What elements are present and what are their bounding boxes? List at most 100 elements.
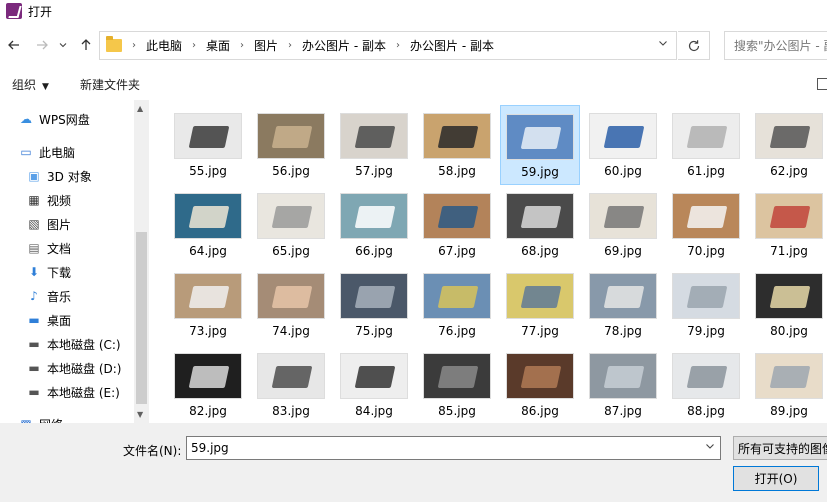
up-button[interactable] xyxy=(76,35,96,55)
file-item[interactable]: 88.jpg xyxy=(666,345,746,423)
file-item[interactable]: 86.jpg xyxy=(500,345,580,423)
file-item[interactable]: 68.jpg xyxy=(500,185,580,265)
refresh-button[interactable] xyxy=(678,31,710,60)
file-item[interactable]: 89.jpg xyxy=(749,345,827,423)
filename-label: 文件名(N): xyxy=(123,444,182,458)
sidebar-item[interactable]: ♪ 音乐 xyxy=(26,284,71,308)
file-item[interactable]: 61.jpg xyxy=(666,105,746,185)
file-item[interactable]: 79.jpg xyxy=(666,265,746,345)
thumbnail-subject xyxy=(354,126,396,148)
file-item[interactable]: 82.jpg xyxy=(168,345,248,423)
thumbnail-subject xyxy=(686,366,728,388)
sidebar-item[interactable]: ▭ 此电脑 xyxy=(18,140,75,164)
sidebar-item[interactable]: ▦ 视频 xyxy=(26,188,71,212)
file-item[interactable]: 67.jpg xyxy=(417,185,497,265)
organize-menu-button[interactable]: 组织 ▼ xyxy=(12,76,49,93)
sidebar-item[interactable]: ▩网络 xyxy=(18,412,63,423)
file-item[interactable]: 69.jpg xyxy=(583,185,663,265)
view-options-icon[interactable] xyxy=(817,78,827,90)
filetype-select[interactable]: 所有可支持的图像 xyxy=(733,436,827,460)
file-item[interactable]: 55.jpg xyxy=(168,105,248,185)
sidebar-item[interactable]: ▤ 文档 xyxy=(26,236,71,260)
file-name: 76.jpg xyxy=(438,324,476,338)
file-item[interactable]: 85.jpg xyxy=(417,345,497,423)
file-thumbnail xyxy=(672,273,740,319)
sidebar-scrollbar[interactable]: ▲ ▼ xyxy=(134,100,149,423)
file-name: 88.jpg xyxy=(687,404,725,418)
thumbnail-subject xyxy=(271,126,313,148)
thumbnail-subject xyxy=(769,206,811,228)
scroll-down-icon[interactable]: ▼ xyxy=(137,410,143,419)
thumbnail-subject xyxy=(603,286,645,308)
sidebar-item-label: 图片 xyxy=(47,217,72,232)
file-item[interactable]: 59.jpg xyxy=(500,105,580,185)
file-name: 57.jpg xyxy=(355,164,393,178)
file-item[interactable]: 84.jpg xyxy=(334,345,414,423)
organize-label: 组织 xyxy=(12,78,37,92)
document-icon: ▤ xyxy=(28,241,40,255)
address-dropdown-button[interactable] xyxy=(658,38,668,51)
file-item[interactable]: 78.jpg xyxy=(583,265,663,345)
file-thumbnail xyxy=(174,273,242,319)
sidebar-item[interactable]: ▬ 本地磁盘 (C:) xyxy=(26,332,120,356)
address-bar[interactable]: › 此电脑 › 桌面 › 图片 › 办公图片 - 副本 › 办公图片 - 副本 xyxy=(99,31,677,60)
sidebar-item[interactable]: ▧ 图片 xyxy=(26,212,71,236)
file-item[interactable]: 73.jpg xyxy=(168,265,248,345)
sidebar-item[interactable]: ▬ 本地磁盘 (D:) xyxy=(26,356,121,380)
scroll-up-icon[interactable]: ▲ xyxy=(137,104,143,113)
sidebar-item[interactable]: ▬ 桌面 xyxy=(26,308,71,332)
file-item[interactable]: 77.jpg xyxy=(500,265,580,345)
sidebar-item[interactable]: ⬇ 下载 xyxy=(26,260,71,284)
recent-locations-button[interactable] xyxy=(56,35,70,55)
new-folder-button[interactable]: 新建文件夹 xyxy=(80,76,140,93)
sidebar-item[interactable]: ▣ 3D 对象 xyxy=(26,164,91,188)
file-name: 79.jpg xyxy=(687,324,725,338)
file-item[interactable]: 66.jpg xyxy=(334,185,414,265)
filetype-value: 所有可支持的图像 xyxy=(738,441,827,456)
file-item[interactable]: 65.jpg xyxy=(251,185,331,265)
thumbnail-subject xyxy=(271,286,313,308)
file-thumbnail xyxy=(340,273,408,319)
sidebar-item-label: 网络 xyxy=(39,416,63,424)
file-name: 82.jpg xyxy=(189,404,227,418)
file-thumbnail xyxy=(672,193,740,239)
filename-input[interactable]: 59.jpg xyxy=(186,436,721,460)
forward-button[interactable] xyxy=(32,35,52,55)
file-thumbnail xyxy=(672,113,740,159)
back-button[interactable] xyxy=(4,35,24,55)
file-item[interactable]: 56.jpg xyxy=(251,105,331,185)
file-item[interactable]: 70.jpg xyxy=(666,185,746,265)
file-item[interactable]: 57.jpg xyxy=(334,105,414,185)
file-item[interactable]: 71.jpg xyxy=(749,185,827,265)
search-input[interactable]: 搜索"办公图片 - 副 xyxy=(724,31,827,60)
desktop-icon: ▬ xyxy=(28,313,40,327)
breadcrumb-item[interactable]: 图片 xyxy=(254,37,278,54)
file-item[interactable]: 58.jpg xyxy=(417,105,497,185)
thumbnail-subject xyxy=(437,206,479,228)
sidebar-item[interactable]: ☁ WPS网盘 xyxy=(18,107,90,131)
breadcrumb-item[interactable]: 办公图片 - 副本 xyxy=(302,37,386,54)
picture-icon: ▧ xyxy=(28,217,40,231)
file-item[interactable]: 80.jpg xyxy=(749,265,827,345)
open-button[interactable]: 打开(O) xyxy=(733,466,819,491)
filename-dropdown-button[interactable] xyxy=(705,441,715,454)
caret-down-icon: ▼ xyxy=(42,82,49,92)
file-item[interactable]: 74.jpg xyxy=(251,265,331,345)
file-item[interactable]: 83.jpg xyxy=(251,345,331,423)
breadcrumb-item[interactable]: 此电脑 xyxy=(146,37,182,54)
file-item[interactable]: 76.jpg xyxy=(417,265,497,345)
file-item[interactable]: 75.jpg xyxy=(334,265,414,345)
app-icon xyxy=(6,3,22,19)
thumbnail-subject xyxy=(188,286,230,308)
file-thumbnail xyxy=(506,114,574,160)
breadcrumb-item[interactable]: 桌面 xyxy=(206,37,230,54)
file-item[interactable]: 60.jpg xyxy=(583,105,663,185)
file-name: 84.jpg xyxy=(355,404,393,418)
file-item[interactable]: 87.jpg xyxy=(583,345,663,423)
file-item[interactable]: 62.jpg xyxy=(749,105,827,185)
sidebar-item[interactable]: ▬ 本地磁盘 (E:) xyxy=(26,380,119,404)
file-name: 56.jpg xyxy=(272,164,310,178)
scrollbar-thumb[interactable] xyxy=(136,232,147,404)
breadcrumb-item[interactable]: 办公图片 - 副本 xyxy=(410,37,494,54)
file-item[interactable]: 64.jpg xyxy=(168,185,248,265)
